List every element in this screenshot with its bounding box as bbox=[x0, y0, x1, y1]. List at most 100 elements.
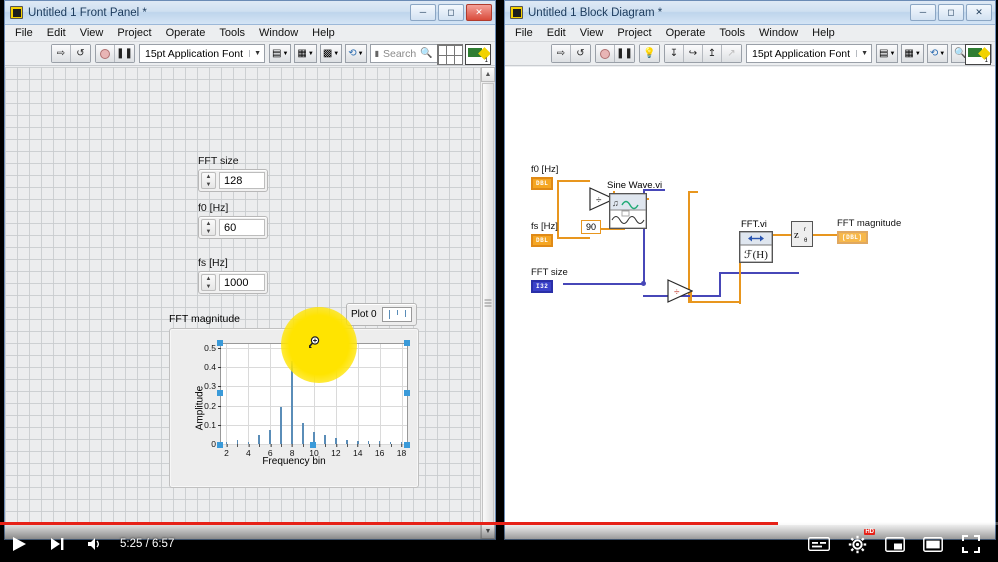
terminal-glyph-i32[interactable]: I32 bbox=[531, 280, 554, 293]
control-fs[interactable]: fs [Hz] ▲ ▼ 1000 bbox=[198, 257, 268, 294]
front-panel-canvas[interactable]: FFT size ▲ ▼ 128 f0 [Hz] ▲ ▼ 60 fs [Hz] ▲ ▼… bbox=[5, 67, 495, 539]
menu-window[interactable]: Window bbox=[259, 27, 298, 39]
menu-view[interactable]: View bbox=[80, 27, 104, 39]
menu-file[interactable]: File bbox=[15, 27, 33, 39]
complex-magnitude-node[interactable]: z r θ bbox=[791, 221, 813, 247]
fft-vi-node[interactable]: ℱ(H) bbox=[739, 231, 773, 263]
menu-operate[interactable]: Operate bbox=[166, 27, 206, 39]
abort-execution-icon[interactable] bbox=[596, 45, 615, 62]
scrollbar-thumb[interactable] bbox=[482, 83, 494, 523]
numeric-value[interactable]: 60 bbox=[219, 219, 265, 236]
menu-operate[interactable]: Operate bbox=[666, 27, 706, 39]
x-axis-minor-tick bbox=[303, 444, 305, 447]
reorder-objects-icon[interactable]: ⟲ ▼ bbox=[926, 44, 949, 63]
menu-project[interactable]: Project bbox=[617, 27, 651, 39]
scroll-up-icon[interactable]: ▲ bbox=[481, 67, 495, 82]
step-out-icon[interactable]: ↥ bbox=[703, 45, 722, 62]
menu-edit[interactable]: Edit bbox=[47, 27, 66, 39]
block-diagram-titlebar[interactable]: Untitled 1 Block Diagram * ─ ◻ ✕ bbox=[505, 1, 995, 25]
run-continuously-icon[interactable]: ↺ bbox=[71, 45, 90, 62]
abort-execution-icon[interactable] bbox=[96, 45, 115, 62]
menu-tools[interactable]: Tools bbox=[719, 27, 745, 39]
font-selector[interactable]: 15pt Application Font ▼ bbox=[139, 44, 266, 63]
terminal-glyph-dbl-array[interactable]: [DBL] bbox=[837, 231, 868, 244]
vi-icon[interactable]: 1 bbox=[965, 44, 991, 65]
selection-handle[interactable] bbox=[404, 340, 410, 346]
run-arrow-icon[interactable]: ⇨ bbox=[552, 45, 571, 62]
terminal-glyph-dbl[interactable]: DBL bbox=[531, 234, 554, 247]
fullscreen-icon[interactable] bbox=[952, 526, 990, 562]
step-into-icon[interactable]: ↧ bbox=[665, 45, 684, 62]
resize-objects-icon[interactable]: ▩ ▼ bbox=[319, 44, 343, 63]
align-objects-icon[interactable]: ▤ ▼ bbox=[876, 44, 899, 63]
divide-node-2[interactable]: ÷ bbox=[667, 279, 694, 303]
pause-icon[interactable]: ❚❚ bbox=[115, 45, 134, 62]
menu-file[interactable]: File bbox=[515, 27, 533, 39]
spinner-buttons[interactable]: ▲ ▼ bbox=[201, 172, 216, 189]
distribute-objects-icon[interactable]: ▦ ▼ bbox=[901, 44, 924, 63]
selection-handle[interactable] bbox=[217, 442, 223, 448]
maximize-button[interactable]: ◻ bbox=[938, 4, 964, 21]
x-axis-tick: 8 bbox=[290, 444, 294, 458]
front-panel-titlebar[interactable]: Untitled 1 Front Panel * ─ ◻ ✕ bbox=[5, 1, 495, 25]
panel-vertical-scrollbar[interactable]: ▲ ▼ bbox=[480, 67, 495, 539]
menu-help[interactable]: Help bbox=[312, 27, 335, 39]
close-button[interactable]: ✕ bbox=[466, 4, 492, 21]
volume-icon[interactable] bbox=[76, 526, 114, 562]
close-button[interactable]: ✕ bbox=[966, 4, 992, 21]
selection-handle[interactable] bbox=[217, 390, 223, 396]
search-input[interactable]: ▮ Search 🔍 bbox=[369, 44, 438, 63]
selection-handle[interactable] bbox=[217, 340, 223, 346]
menu-edit[interactable]: Edit bbox=[547, 27, 566, 39]
align-objects-icon[interactable]: ▤ ▼ bbox=[269, 44, 292, 63]
minimize-button[interactable]: ─ bbox=[910, 4, 936, 21]
control-f0[interactable]: f0 [Hz] ▲ ▼ 60 bbox=[198, 202, 268, 239]
numeric-control[interactable]: ▲ ▼ 128 bbox=[198, 169, 268, 192]
step-over-icon[interactable]: ↪ bbox=[684, 45, 703, 62]
font-selector[interactable]: 15pt Application Font ▼ bbox=[746, 44, 873, 63]
terminal-fft-magnitude[interactable]: FFT magnitude [DBL] bbox=[837, 218, 901, 244]
theater-mode-icon[interactable] bbox=[914, 526, 952, 562]
reorder-objects-icon[interactable]: ⟲ ▼ bbox=[345, 44, 367, 63]
spinner-buttons[interactable]: ▲ ▼ bbox=[201, 219, 216, 236]
terminal-f0[interactable]: f0 [Hz] DBL bbox=[531, 164, 558, 190]
terminal-glyph-dbl[interactable]: DBL bbox=[531, 177, 554, 190]
play-icon[interactable] bbox=[0, 526, 38, 562]
run-continuously-icon[interactable]: ↺ bbox=[571, 45, 590, 62]
terminal-fs[interactable]: fs [Hz] DBL bbox=[531, 221, 558, 247]
terminal-label: f0 [Hz] bbox=[531, 164, 559, 175]
video-progress-bar[interactable] bbox=[0, 522, 998, 525]
pause-icon[interactable]: ❚❚ bbox=[615, 45, 634, 62]
miniplayer-icon[interactable] bbox=[876, 526, 914, 562]
settings-gear-icon[interactable]: HD bbox=[838, 526, 876, 562]
selection-handle[interactable] bbox=[310, 442, 316, 448]
minimize-button[interactable]: ─ bbox=[410, 4, 436, 21]
menu-help[interactable]: Help bbox=[812, 27, 835, 39]
numeric-value[interactable]: 128 bbox=[219, 172, 265, 189]
sine-wave-vi-node[interactable]: ♫ bbox=[609, 193, 647, 229]
control-fft-size[interactable]: FFT size ▲ ▼ 128 bbox=[198, 155, 268, 192]
distribute-objects-icon[interactable]: ▦ ▼ bbox=[294, 44, 317, 63]
spinner-buttons[interactable]: ▲ ▼ bbox=[201, 274, 216, 291]
run-arrow-icon[interactable]: ⇨ bbox=[52, 45, 71, 62]
maximize-button[interactable]: ◻ bbox=[438, 4, 464, 21]
selection-handle[interactable] bbox=[404, 442, 410, 448]
numeric-value[interactable]: 1000 bbox=[219, 274, 265, 291]
highlight-execution-bulb-icon[interactable]: 💡 bbox=[640, 45, 659, 62]
numeric-control[interactable]: ▲ ▼ 60 bbox=[198, 216, 268, 239]
next-video-icon[interactable] bbox=[38, 526, 76, 562]
terminal-fft-size[interactable]: FFT size I32 bbox=[531, 267, 568, 293]
numeric-control[interactable]: ▲ ▼ 1000 bbox=[198, 271, 268, 294]
menu-view[interactable]: View bbox=[580, 27, 604, 39]
menu-project[interactable]: Project bbox=[117, 27, 151, 39]
selection-handle[interactable] bbox=[404, 390, 410, 396]
vi-icon[interactable]: 1 bbox=[465, 44, 491, 65]
front-panel-window-buttons: ─ ◻ ✕ bbox=[410, 4, 492, 21]
block-diagram-canvas[interactable]: f0 [Hz] DBL fs [Hz] DBL FFT size I32 FFT… bbox=[505, 67, 995, 539]
closed-captions-icon[interactable] bbox=[800, 526, 838, 562]
numeric-constant-90[interactable]: 90 bbox=[581, 220, 602, 234]
menu-tools[interactable]: Tools bbox=[219, 27, 245, 39]
menu-window[interactable]: Window bbox=[759, 27, 798, 39]
chart-bar bbox=[302, 422, 304, 444]
connector-pane-icon[interactable] bbox=[437, 44, 463, 65]
